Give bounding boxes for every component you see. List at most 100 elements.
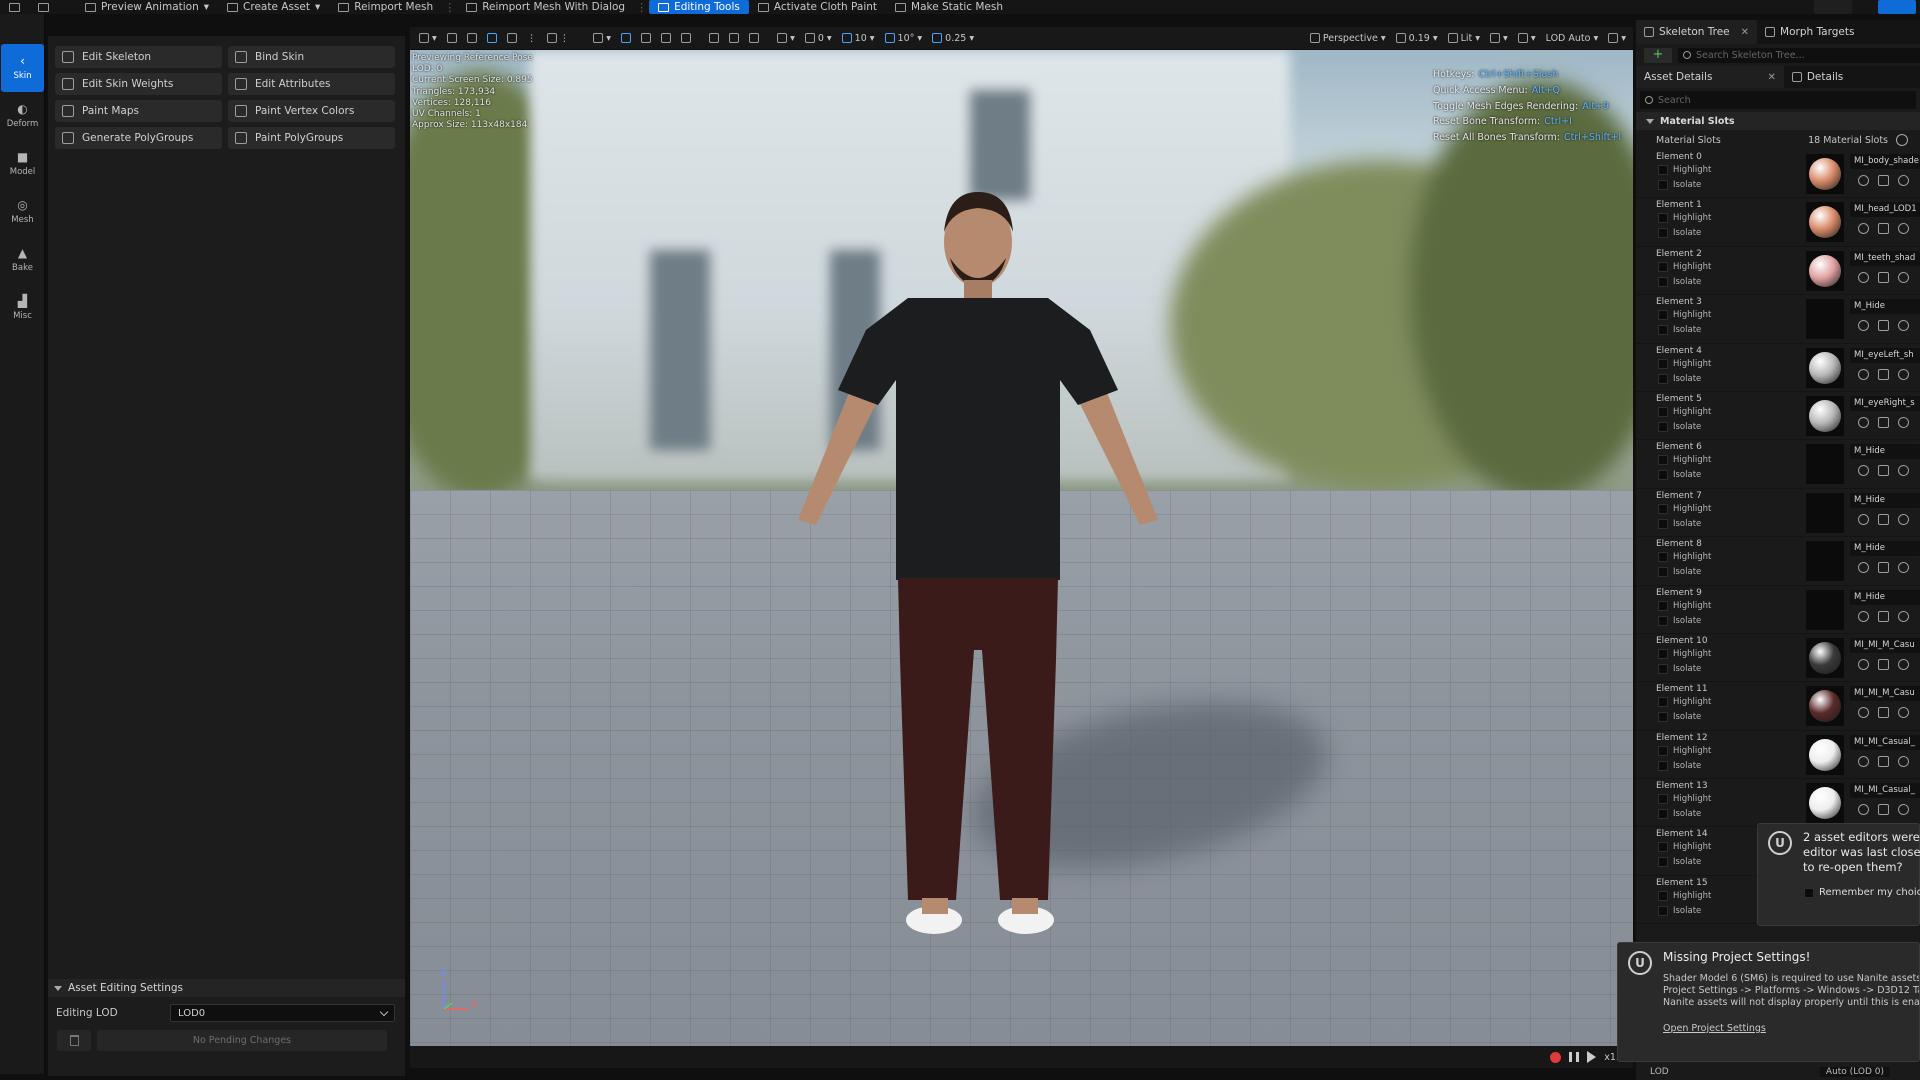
use-selected-icon[interactable] — [1898, 416, 1909, 428]
isolate-checkbox[interactable]: Isolate — [1658, 663, 1701, 674]
play-icon[interactable] — [1587, 1051, 1597, 1063]
grid-snap-value[interactable]: 10 ▾ — [839, 30, 878, 46]
browse-folder-icon[interactable] — [1878, 755, 1889, 767]
reset-arrow-icon[interactable] — [1858, 368, 1869, 380]
scale-button[interactable] — [504, 30, 520, 46]
browse-folder-icon[interactable] — [1878, 513, 1889, 525]
tab-morph-targets[interactable]: Morph Targets — [1757, 20, 1862, 44]
pause-icon[interactable] — [1569, 1052, 1580, 1062]
highlight-checkbox[interactable]: Highlight — [1658, 503, 1711, 514]
paint-maps-button[interactable]: Paint Maps — [55, 100, 222, 122]
reset-arrow-icon[interactable] — [1858, 513, 1869, 525]
asset-editing-settings-header[interactable]: Asset Editing Settings — [48, 979, 405, 997]
use-selected-icon[interactable] — [1898, 658, 1909, 670]
more-dots-2[interactable]: ⋮ — [634, 1, 649, 14]
material-thumbnail[interactable] — [1806, 395, 1844, 436]
activate-cloth-paint-button[interactable]: Activate Cloth Paint — [749, 0, 886, 14]
isolate-checkbox[interactable]: Isolate — [1658, 180, 1701, 190]
material-name-field[interactable]: M_Hide — [1850, 492, 1920, 508]
reset-arrow-icon[interactable] — [1858, 707, 1869, 719]
material-name-field[interactable]: M_Hide — [1850, 541, 1920, 557]
editing-lod-select[interactable]: LOD0 — [170, 1004, 395, 1022]
lod-dropdown[interactable]: LOD Auto ▾ — [1543, 30, 1602, 46]
highlight-checkbox[interactable]: Highlight — [1658, 552, 1711, 563]
create-asset-button[interactable]: Create Asset ▾ — [218, 0, 329, 14]
save-icon[interactable] — [0, 0, 29, 14]
material-thumbnail[interactable] — [1806, 492, 1844, 533]
isolate-checkbox[interactable]: Isolate — [1658, 567, 1701, 578]
browse-folder-icon[interactable] — [1878, 175, 1889, 186]
use-selected-icon[interactable] — [1898, 175, 1909, 186]
fov-dropdown[interactable]: 0.19 ▾ — [1393, 30, 1441, 46]
edit-skin-weights-button[interactable]: Edit Skin Weights — [55, 73, 222, 95]
browse-folder-icon[interactable] — [1878, 465, 1889, 477]
reset-arrow-icon[interactable] — [1858, 416, 1869, 428]
isolate-checkbox[interactable]: Isolate — [1658, 905, 1701, 916]
mode-model[interactable]: ■ Model — [0, 140, 45, 188]
material-thumbnail[interactable] — [1806, 589, 1844, 630]
browse-icon[interactable] — [29, 0, 58, 14]
material-name-field[interactable]: MI_eyeLeft_sh — [1850, 347, 1920, 363]
highlight-checkbox[interactable]: Highlight — [1658, 842, 1711, 853]
isolate-checkbox[interactable]: Isolate — [1658, 809, 1701, 820]
reset-arrow-icon[interactable] — [1858, 658, 1869, 670]
use-selected-icon[interactable] — [1898, 271, 1909, 283]
bind-skin-button[interactable]: Bind Skin — [228, 46, 395, 68]
reset-arrow-icon[interactable] — [1858, 223, 1869, 235]
highlight-checkbox[interactable]: Highlight — [1658, 890, 1711, 901]
pending-changes-button[interactable]: No Pending Changes — [97, 1030, 387, 1051]
more-tools-dots[interactable]: ⋮ — [524, 30, 540, 46]
material-name-field[interactable]: MI_teeth_shad — [1850, 250, 1920, 266]
lit-dropdown[interactable]: Lit ▾ — [1445, 30, 1483, 46]
character-model[interactable] — [738, 180, 1218, 980]
highlight-checkbox[interactable]: Highlight — [1658, 455, 1711, 466]
reset-arrow-icon[interactable] — [1858, 465, 1869, 477]
perspective-dropdown[interactable]: Perspective ▾ — [1307, 30, 1389, 46]
material-thumbnail[interactable] — [1806, 541, 1844, 582]
reimport-mesh-button[interactable]: Reimport Mesh — [329, 0, 442, 14]
use-selected-icon[interactable] — [1898, 320, 1909, 332]
browse-folder-icon[interactable] — [1878, 804, 1889, 816]
isolate-checkbox[interactable]: Isolate — [1658, 325, 1701, 336]
reset-arrow-icon[interactable] — [1858, 610, 1869, 622]
reset-arrow-icon[interactable] — [1858, 175, 1869, 186]
remember-choice-checkbox[interactable]: Remember my choice — [1804, 887, 1920, 898]
highlight-checkbox[interactable]: Highlight — [1658, 600, 1711, 611]
browse-folder-icon[interactable] — [1878, 562, 1889, 574]
material-thumbnail[interactable] — [1806, 347, 1844, 388]
use-selected-icon[interactable] — [1898, 223, 1909, 235]
material-name-field[interactable]: MI_MI_Casual_ — [1850, 734, 1920, 750]
highlight-checkbox[interactable]: Highlight — [1658, 648, 1711, 659]
reimport-dialog-button[interactable]: Reimport Mesh With Dialog — [457, 0, 634, 14]
isolate-checkbox[interactable]: Isolate — [1658, 712, 1701, 723]
mesh-mode-icon[interactable] — [1878, 0, 1916, 14]
paint-polygroups-button[interactable]: Paint PolyGroups — [228, 127, 395, 149]
scale-snap-value[interactable]: 0.25 ▾ — [929, 30, 977, 46]
isolate-checkbox[interactable]: Isolate — [1658, 470, 1701, 481]
highlight-checkbox[interactable]: Highlight — [1658, 310, 1711, 321]
use-selected-icon[interactable] — [1898, 465, 1909, 477]
material-thumbnail[interactable] — [1806, 250, 1844, 291]
editing-tools-button[interactable]: Editing Tools — [649, 0, 749, 14]
close-icon[interactable]: ✕ — [1767, 72, 1775, 83]
isolate-checkbox[interactable]: Isolate — [1658, 615, 1701, 626]
more-dots[interactable]: ⋮ — [442, 1, 457, 14]
viewport[interactable]: Previewing Reference Pose LOD: 0 Current… — [410, 50, 1633, 1046]
highlight-checkbox[interactable]: Highlight — [1658, 697, 1711, 708]
material-name-field[interactable]: MI_MI_M_Casu — [1850, 637, 1920, 653]
use-selected-icon[interactable] — [1898, 804, 1909, 816]
world-space-button[interactable] — [618, 30, 634, 46]
isolate-checkbox[interactable]: Isolate — [1658, 373, 1701, 384]
browse-folder-icon[interactable] — [1878, 271, 1889, 283]
tab-asset-details[interactable]: Asset Details ✕ — [1636, 66, 1784, 88]
rotate-button[interactable] — [484, 30, 500, 46]
add-slot-icon[interactable] — [1896, 134, 1908, 146]
wire-button[interactable] — [726, 30, 742, 46]
select-mode-button[interactable]: ▾ — [416, 30, 440, 46]
material-name-field[interactable]: M_Hide — [1850, 589, 1920, 605]
material-name-field[interactable]: MI_body_shade — [1850, 154, 1920, 169]
browse-folder-icon[interactable] — [1878, 707, 1889, 719]
solid-button[interactable] — [746, 30, 762, 46]
mode-skin[interactable]: ‹ Skin — [1, 44, 44, 92]
material-thumbnail[interactable] — [1806, 299, 1844, 340]
